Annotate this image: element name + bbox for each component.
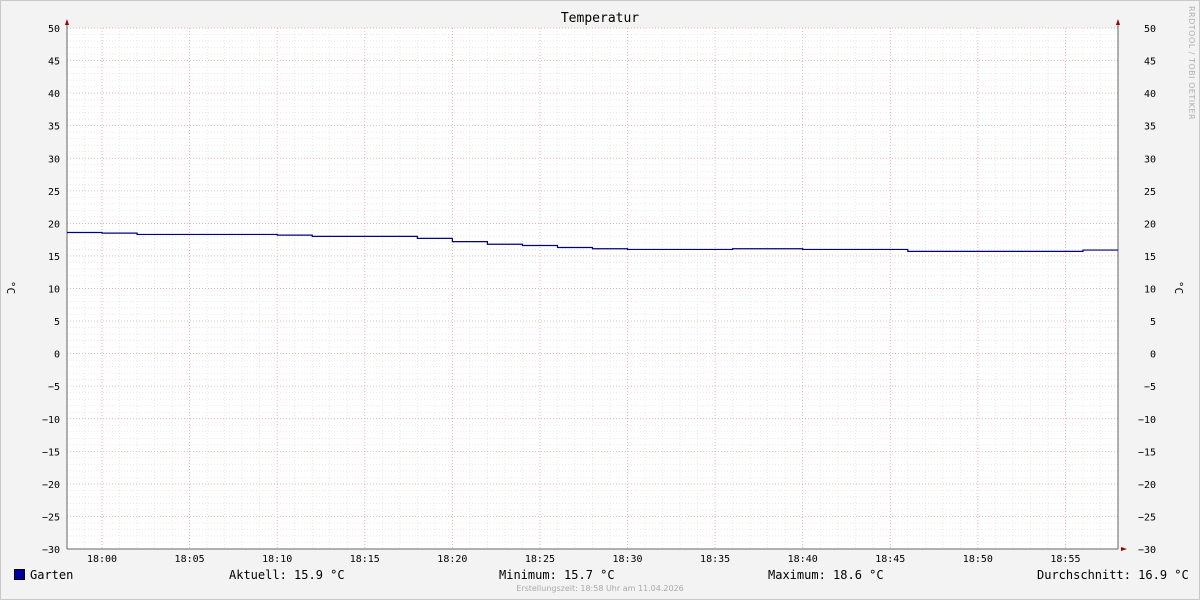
y-tick-label-left: 40 (48, 89, 60, 100)
creation-time: Erstellungszeit: 18:58 Uhr am 11.04.2026 (516, 584, 684, 593)
y-tick-label-left: −15 (42, 447, 60, 458)
y-tick-label-left: 10 (48, 285, 60, 296)
y-tick-label-left: 15 (48, 252, 60, 263)
y-tick-label-right: 0 (1150, 350, 1156, 361)
y-tick-label-right: 10 (1144, 285, 1156, 296)
x-tick-label: 18:35 (700, 554, 730, 565)
legend-current: Aktuell: 15.9 °C (229, 568, 345, 582)
chart-title: Temperatur (560, 11, 640, 26)
y-tick-label-left: −25 (42, 512, 60, 523)
legend-swatch (14, 569, 25, 580)
y-tick-label-right: 5 (1150, 317, 1156, 328)
x-tick-label: 18:10 (262, 554, 292, 565)
y-tick-label-left: −20 (42, 480, 60, 491)
y-axis-label-left: °C (4, 280, 18, 295)
y-tick-label-right: 40 (1144, 89, 1156, 100)
legend-label: Garten (30, 568, 74, 582)
y-tick-label-left: −5 (48, 382, 60, 393)
y-tick-label-left: 45 (48, 57, 60, 68)
x-tick-label: 18:50 (963, 554, 993, 565)
x-tick-label: 18:05 (175, 554, 205, 565)
y-tick-label-right: 25 (1144, 187, 1156, 198)
temperature-chart: 18:00 18:05 18:10 18:15 18:20 18:25 18:30 18:35… (42, 19, 1156, 565)
y-tick-label-left: 30 (48, 154, 60, 165)
y-tick-label-left: −30 (42, 545, 60, 556)
x-tick-label: 18:25 (525, 554, 555, 565)
y-tick-label-left: −10 (42, 415, 60, 426)
y-tick-label-left: 5 (54, 317, 60, 328)
y-tick-label-right: −20 (1138, 480, 1156, 491)
y-tick-label-right: −15 (1138, 447, 1156, 458)
y-tick-label-left: 0 (54, 350, 60, 361)
y-tick-label-right: 15 (1144, 252, 1156, 263)
x-tick-label: 18:15 (350, 554, 380, 565)
y-tick-label-left: 20 (48, 219, 60, 230)
legend-maximum: Maximum: 18.6 °C (768, 568, 884, 582)
legend-average: Durchschnitt: 16.9 °C (1037, 568, 1189, 582)
x-tick-label: 18:45 (875, 554, 905, 565)
legend-minimum: Minimum: 15.7 °C (499, 568, 615, 582)
rrdtool-watermark: RRDTOOL / TOBI OETIKER (1187, 6, 1196, 121)
x-tick-label: 18:30 (612, 554, 642, 565)
y-tick-label-right: −10 (1138, 415, 1156, 426)
y-tick-label-right: 20 (1144, 219, 1156, 230)
x-tick-label: 18:55 (1050, 554, 1080, 565)
y-tick-label-right: −30 (1138, 545, 1156, 556)
y-tick-label-left: 25 (48, 187, 60, 198)
y-tick-label-right: 45 (1144, 57, 1156, 68)
y-tick-label-right: 35 (1144, 122, 1156, 133)
y-tick-label-left: 35 (48, 122, 60, 133)
x-tick-label: 18:40 (788, 554, 818, 565)
y-axis-label-right: °C (1172, 280, 1186, 295)
y-tick-label-right: −25 (1138, 512, 1156, 523)
x-tick-label: 18:20 (437, 554, 467, 565)
y-tick-label-right: −5 (1144, 382, 1156, 393)
y-tick-label-right: 30 (1144, 154, 1156, 165)
x-tick-label: 18:00 (87, 554, 117, 565)
legend-item-garten: Garten (14, 568, 73, 582)
x-axis-arrow (1121, 547, 1127, 551)
